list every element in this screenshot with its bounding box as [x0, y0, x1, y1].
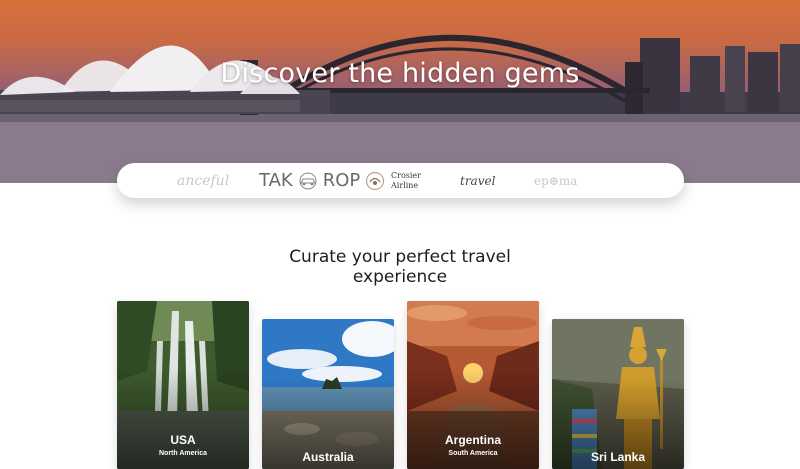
car-icon: [299, 172, 317, 189]
epoma-logo: ep⊕ma: [534, 163, 577, 198]
destination-card-usa[interactable]: USA North America: [117, 301, 249, 469]
partner-logos-bar: anceful TAK ROP Crosier Airline travel e…: [117, 163, 684, 198]
destination-card-argentina[interactable]: Argentina South America: [407, 301, 539, 469]
card-country: Sri Lanka: [590, 450, 646, 464]
section-title: Curate your perfect travel experience: [250, 247, 550, 287]
anceful-logo-text: anceful: [177, 172, 230, 189]
destination-card-sri-lanka[interactable]: Sri Lanka: [552, 319, 684, 469]
anceful-logo: anceful: [177, 163, 229, 198]
travel-logo: travel: [460, 163, 495, 198]
takerop-logo-right: ROP: [322, 170, 361, 191]
crosier-emblem-icon: [365, 171, 385, 190]
epoma-logo-text: ep⊕ma: [534, 173, 578, 188]
section-title-line1: Curate your perfect travel: [289, 247, 511, 267]
hero-banner: Discover the hidden gems: [0, 0, 800, 183]
hero-title: Discover the hidden gems: [220, 58, 580, 89]
crosier-logo-line1: Crosier: [391, 170, 421, 180]
section-title-line2: experience: [352, 267, 448, 287]
card-country: Australia: [302, 450, 354, 464]
card-region: South America: [448, 450, 498, 457]
hero-image: [0, 35, 800, 183]
takerop-logo: TAK ROP: [259, 163, 360, 198]
crosier-airline-logo: Crosier Airline: [365, 163, 421, 198]
crosier-logo-line2: Airline: [391, 180, 419, 190]
travel-logo-text: travel: [460, 173, 496, 188]
card-country: Argentina: [444, 433, 501, 447]
takerop-logo-left: TAK: [259, 170, 293, 191]
destination-card-australia[interactable]: Australia: [262, 319, 394, 469]
card-region: North America: [159, 450, 207, 457]
card-country: USA: [170, 433, 196, 447]
